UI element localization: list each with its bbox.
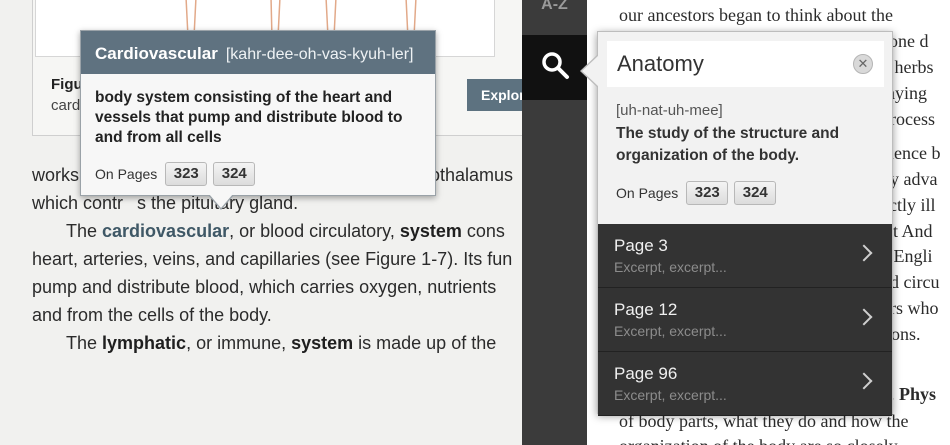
text-fragment: is made up of the: [353, 333, 497, 353]
result-title: Page 12: [614, 300, 678, 319]
search-popup: ✕ [uh-nat-uh-mee] The study of the struc…: [580, 31, 893, 416]
bold-term: lymphatic: [102, 333, 187, 353]
text-line: pump and distribute blood, which carries…: [32, 277, 497, 297]
result-excerpt: Excerpt, excerpt...: [614, 323, 727, 339]
glossary-popup-header: Cardiovascular [kahr-dee-oh-vas-kyuh-ler]: [81, 31, 435, 74]
page-link-chip[interactable]: 323: [686, 181, 729, 205]
text-line: works othalamus: [32, 165, 513, 186]
pages-label: On Pages: [95, 166, 158, 182]
search-result-item[interactable]: Page 12 Excerpt, excerpt...: [598, 288, 892, 352]
glossary-term-link[interactable]: cardiovascular: [102, 221, 229, 241]
text-fragment: which contr: [32, 193, 124, 213]
text-fragment: , or blood circulatory,: [229, 221, 400, 241]
tool-sidebar: A-Z: [522, 0, 587, 445]
result-title: Page 96: [614, 364, 678, 383]
glossary-term-title: Cardiovascular: [95, 44, 218, 63]
search-page-refs: On Pages 323 324: [616, 181, 782, 205]
text-line: organization of the body are so closely: [619, 436, 898, 445]
close-icon: ✕: [857, 56, 869, 71]
text-fragment: works: [32, 165, 80, 185]
glossary-popup: Cardiovascular [kahr-dee-oh-vas-kyuh-ler]…: [80, 30, 436, 210]
search-term-pronunciation: [uh-nat-uh-mee]: [616, 102, 723, 119]
search-result-item[interactable]: Page 96 Excerpt, excerpt...: [598, 352, 892, 416]
pages-label: On Pages: [616, 185, 679, 201]
text-fragment: othalamus: [430, 165, 514, 185]
search-results-list: Page 3 Excerpt, excerpt... Page 12 Excer…: [598, 224, 892, 416]
popup-pointer-arrow: [208, 194, 234, 210]
glossary-page-refs: On Pages 323 324: [95, 162, 261, 186]
result-title: Page 3: [614, 236, 668, 255]
search-button[interactable]: [522, 35, 587, 100]
text-line: and from the cells of the body.: [32, 305, 272, 325]
result-excerpt: Excerpt, excerpt...: [614, 259, 727, 275]
text-line: which contr s the pituitary gland.: [32, 193, 298, 214]
page-link-chip[interactable]: 323: [165, 162, 208, 186]
figure-caption-title: Figu: [51, 76, 83, 93]
az-index-button[interactable]: A-Z: [522, 0, 587, 32]
result-excerpt: Excerpt, excerpt...: [614, 387, 727, 403]
text-fragment: cons: [461, 221, 505, 241]
text-fragment: , or immune,: [186, 333, 292, 353]
text-fragment: The: [66, 221, 103, 241]
glossary-pronunciation: [kahr-dee-oh-vas-kyuh-ler]: [225, 46, 414, 63]
explore-figure-button[interactable]: Explore thi: [467, 79, 522, 111]
page-link-chip[interactable]: 324: [213, 162, 256, 186]
clear-search-button[interactable]: ✕: [853, 54, 873, 74]
page-link-chip[interactable]: 324: [734, 181, 777, 205]
glossary-definition: body system consisting of the heart and …: [95, 89, 403, 146]
text-fragment: The: [66, 333, 103, 353]
text-line: The cardiovascular, or blood circulatory…: [66, 221, 505, 242]
search-result-item[interactable]: Page 3 Excerpt, excerpt...: [598, 224, 892, 288]
text-line: our ancestors began to think about the: [619, 5, 893, 25]
bold-term: system: [291, 333, 354, 353]
search-term-definition: The study of the structure and organizat…: [616, 125, 840, 164]
popup-pointer-arrow: [580, 54, 599, 88]
text-line: heart, arteries, veins, and capillaries …: [32, 249, 513, 269]
search-icon: [540, 50, 570, 85]
text-line: The lymphatic, or immune, system is made…: [66, 333, 496, 354]
bold-term: system: [399, 221, 462, 241]
bold-term: Phys: [899, 384, 937, 404]
search-input[interactable]: [607, 41, 884, 87]
figure-caption-subtitle: card: [51, 97, 81, 114]
